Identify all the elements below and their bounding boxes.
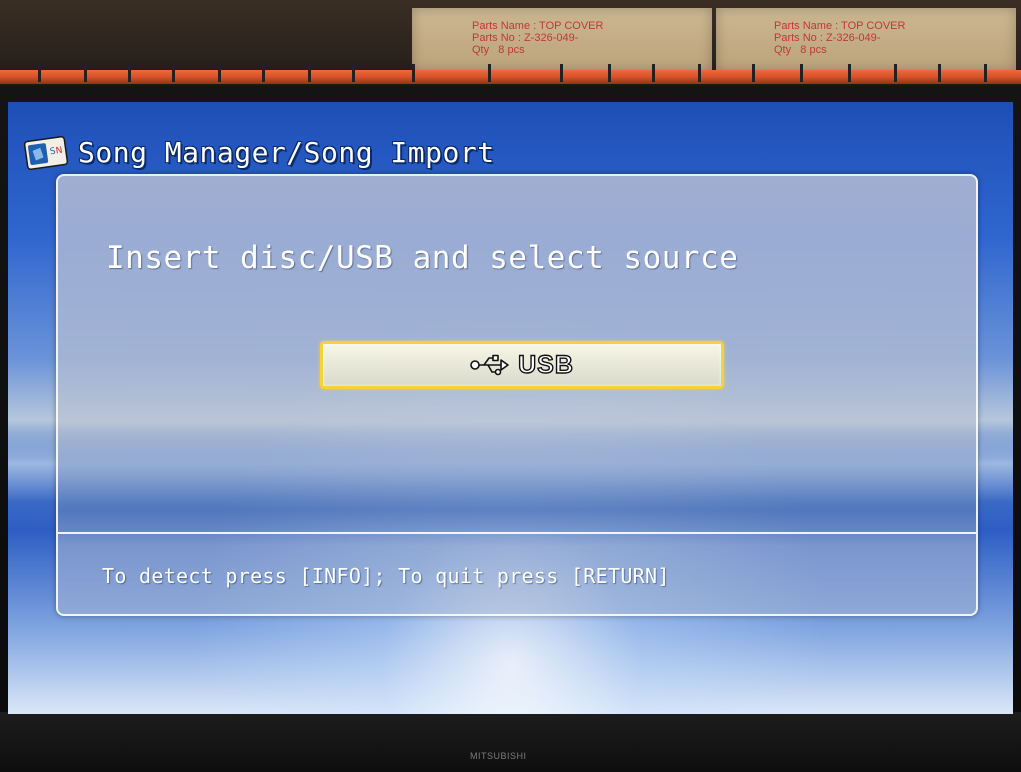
rail-tick (800, 64, 803, 82)
footer-divider (58, 532, 976, 534)
import-dialog-panel: Insert disc/USB and select source USB To… (56, 174, 978, 616)
rail-tick (848, 64, 851, 82)
parts-box-label: Parts Name : TOP COVER Parts No : Z-326-… (774, 20, 906, 56)
rail-tick (218, 64, 221, 82)
rail-tick (262, 64, 265, 82)
rail-tick (128, 64, 131, 82)
rail-tick (984, 64, 987, 82)
tv-screen: S N Song Manager/Song Import Insert disc… (8, 102, 1013, 714)
rail-tick (698, 64, 701, 82)
key-hint: To detect press [INFO]; To quit press [R… (102, 564, 670, 588)
rail-tick (560, 64, 563, 82)
tv-brand-logo: MITSUBISHI (470, 751, 527, 761)
rail-tick (84, 64, 87, 82)
parts-box-left: Parts Name : TOP COVER Parts No : Z-326-… (412, 8, 712, 72)
usb-source-button[interactable]: USB (320, 341, 724, 389)
rail-tick (308, 64, 311, 82)
rail-tick (608, 64, 611, 82)
parts-box-label: Parts Name : TOP COVER Parts No : Z-326-… (472, 20, 604, 56)
rail-tick (172, 64, 175, 82)
screen-header: S N Song Manager/Song Import (22, 132, 495, 172)
parts-box-right: Parts Name : TOP COVER Parts No : Z-326-… (716, 8, 1016, 72)
rail-tick (652, 64, 655, 82)
usb-icon (470, 354, 509, 376)
svg-text:N: N (55, 146, 63, 157)
rail-tick (352, 64, 355, 82)
usb-disc-icon: S N (22, 133, 70, 171)
tv-bezel-bottom (0, 712, 1021, 772)
instruction-prompt: Insert disc/USB and select source (106, 240, 739, 276)
shelf-background: Parts Name : TOP COVER Parts No : Z-326-… (0, 0, 1021, 92)
rail-tick (38, 64, 41, 82)
rail-tick (894, 64, 897, 82)
rail-tick (938, 64, 941, 82)
rail-tick (488, 64, 491, 82)
photo-scene: Parts Name : TOP COVER Parts No : Z-326-… (0, 0, 1021, 772)
rail-tick (412, 64, 415, 82)
shelf-rail (0, 70, 1021, 84)
panel-background-wave (58, 426, 976, 546)
usb-source-label: USB (517, 350, 574, 379)
rail-tick (752, 64, 755, 82)
page-title: Song Manager/Song Import (78, 135, 495, 169)
